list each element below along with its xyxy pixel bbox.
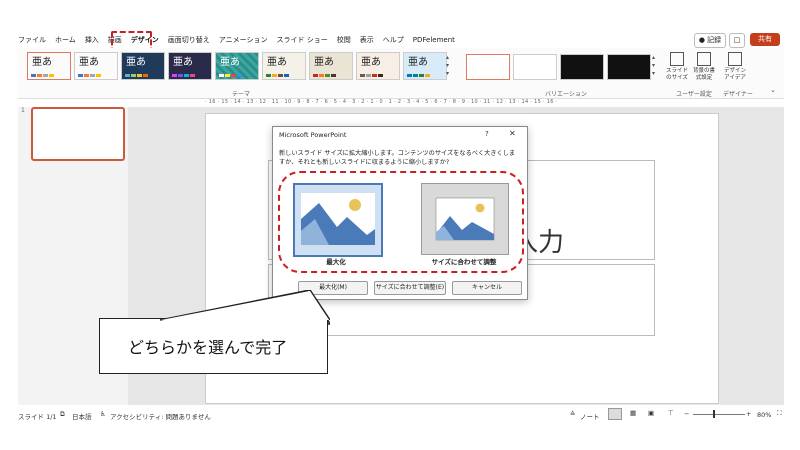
theme-sample-text: 亜あ bbox=[361, 57, 381, 68]
callout-pointer-overlay bbox=[160, 290, 330, 321]
slide-size-label: スライドのサイズ bbox=[665, 68, 688, 81]
dialog-message: 新しいスライド サイズに拡大縮小します。コンテンツのサイズをなるべく大きくします… bbox=[279, 150, 516, 166]
theme-thumbnail[interactable]: 亜あ bbox=[356, 52, 400, 80]
accessibility-status[interactable]: アクセシビリティ: 問題ありません bbox=[110, 411, 211, 421]
zoom-in-button[interactable]: + bbox=[746, 410, 751, 418]
theme-sample-text: 亜あ bbox=[408, 57, 428, 68]
ribbon-collapse-icon[interactable]: ⌄ bbox=[770, 86, 776, 94]
theme-thumbnail[interactable]: 亜あ bbox=[121, 52, 165, 80]
theme-sample-text: 亜あ bbox=[126, 57, 146, 68]
tab-file[interactable]: ファイル bbox=[18, 33, 46, 47]
theme-thumbnail[interactable]: 亜あ bbox=[403, 52, 447, 80]
notes-icon: ≙ bbox=[570, 410, 576, 418]
variations-group-label: バリエーション bbox=[545, 91, 587, 98]
theme-sample-text: 亜あ bbox=[79, 57, 99, 68]
variant-gallery-scroll-icon[interactable]: ▴ ▾ ▾ bbox=[652, 54, 655, 78]
slide-size-button[interactable]: スライドのサイズ bbox=[664, 52, 690, 82]
slide-size-icon bbox=[670, 52, 684, 66]
dialog-title: Microsoft PowerPoint bbox=[279, 131, 347, 139]
theme-thumbnail[interactable]: 亜あ bbox=[27, 52, 71, 80]
language-label[interactable]: 日本語 bbox=[72, 411, 92, 421]
variant-thumbnail[interactable] bbox=[560, 54, 604, 80]
design-ideas-button[interactable]: デザインアイデア bbox=[722, 52, 748, 82]
theme-sample-text: 亜あ bbox=[314, 57, 334, 68]
theme-thumbnail[interactable]: 亜あ bbox=[74, 52, 118, 80]
fit-button[interactable]: サイズに合わせて調整(E) bbox=[374, 281, 446, 295]
record-button[interactable]: ● 記録 bbox=[694, 33, 726, 48]
variant-thumbnail[interactable] bbox=[607, 54, 651, 80]
design-ideas-icon bbox=[728, 52, 742, 66]
tab-home[interactable]: ホーム bbox=[55, 33, 76, 47]
cancel-button[interactable]: キャンセル bbox=[452, 281, 522, 295]
user-settings-group-label: ユーザー設定 bbox=[676, 91, 712, 98]
tab-slideshow[interactable]: スライド ショー bbox=[277, 33, 328, 47]
status-bar: スライド 1/1 ⧉ 日本語 ♿ アクセシビリティ: 問題ありません ≙ ノート… bbox=[0, 405, 800, 425]
background-format-button[interactable]: 背景の書式設定 bbox=[691, 52, 717, 82]
design-ideas-label: デザインアイデア bbox=[723, 68, 746, 81]
tab-insert[interactable]: 挿入 bbox=[85, 33, 99, 47]
comment-button[interactable]: □ bbox=[729, 33, 745, 48]
zoom-level[interactable]: 80% bbox=[757, 411, 771, 419]
theme-sample-text: 亜あ bbox=[267, 57, 287, 68]
slide-info: スライド 1/1 bbox=[18, 413, 57, 421]
theme-thumbnail[interactable]: 亜あ bbox=[168, 52, 212, 80]
tab-review[interactable]: 校閲 bbox=[337, 33, 351, 47]
zoom-out-button[interactable]: − bbox=[684, 410, 689, 418]
theme-sample-text: 亜あ bbox=[220, 57, 240, 68]
slide-number: 1 bbox=[21, 107, 25, 114]
background-format-icon bbox=[697, 52, 711, 66]
tab-help[interactable]: ヘルプ bbox=[383, 33, 404, 47]
horizontal-ruler: · 16 · 15 · 14 · 13 · 12 · 11 · 10 · 9 ·… bbox=[205, 99, 558, 105]
slide-sorter-icon[interactable]: ▦ bbox=[630, 409, 636, 417]
close-icon[interactable]: ✕ bbox=[509, 129, 516, 138]
tab-transitions[interactable]: 画面切り替え bbox=[168, 33, 210, 47]
designer-group-label: デザイナー bbox=[723, 91, 753, 98]
notes-button[interactable]: ノート bbox=[580, 411, 600, 421]
spellcheck-icon[interactable]: ⧉ bbox=[60, 410, 65, 419]
callout-text: どちらかを選んで完了 bbox=[128, 338, 288, 357]
variant-thumbnail[interactable] bbox=[466, 54, 510, 80]
theme-gallery-scroll-icon[interactable]: ▴ ▾ ▾ bbox=[446, 54, 449, 78]
theme-thumbnail[interactable]: 亜あ bbox=[215, 52, 259, 80]
share-button[interactable]: 共有 bbox=[750, 33, 780, 46]
theme-sample-text: 亜あ bbox=[173, 57, 193, 68]
tab-animations[interactable]: アニメーション bbox=[219, 33, 268, 47]
accessibility-icon: ♿ bbox=[100, 410, 106, 418]
reading-view-icon[interactable]: ▣ bbox=[648, 409, 654, 417]
zoom-slider-thumb[interactable] bbox=[713, 410, 715, 418]
normal-view-icon[interactable] bbox=[608, 408, 622, 420]
theme-thumbnail[interactable]: 亜あ bbox=[309, 52, 353, 80]
variant-thumbnail[interactable] bbox=[513, 54, 557, 80]
slideshow-icon[interactable]: ⊤ bbox=[668, 409, 674, 417]
slide-thumbnail[interactable] bbox=[31, 107, 125, 161]
theme-thumbnail[interactable]: 亜あ bbox=[262, 52, 306, 80]
tab-pdfelement[interactable]: PDFelement bbox=[413, 33, 455, 47]
options-highlight bbox=[278, 171, 524, 273]
help-icon[interactable]: ? bbox=[485, 130, 489, 138]
tab-view[interactable]: 表示 bbox=[360, 33, 374, 47]
ribbon-tabs: ファイル ホーム 挿入 描画 デザイン 画面切り替え アニメーション スライド … bbox=[18, 33, 464, 47]
background-format-label: 背景の書式設定 bbox=[692, 68, 715, 81]
zoom-slider[interactable] bbox=[693, 414, 745, 415]
fit-to-window-icon[interactable]: ⛶ bbox=[777, 409, 782, 418]
theme-sample-text: 亜あ bbox=[32, 57, 52, 68]
themes-group-label: テーマ bbox=[232, 91, 251, 98]
